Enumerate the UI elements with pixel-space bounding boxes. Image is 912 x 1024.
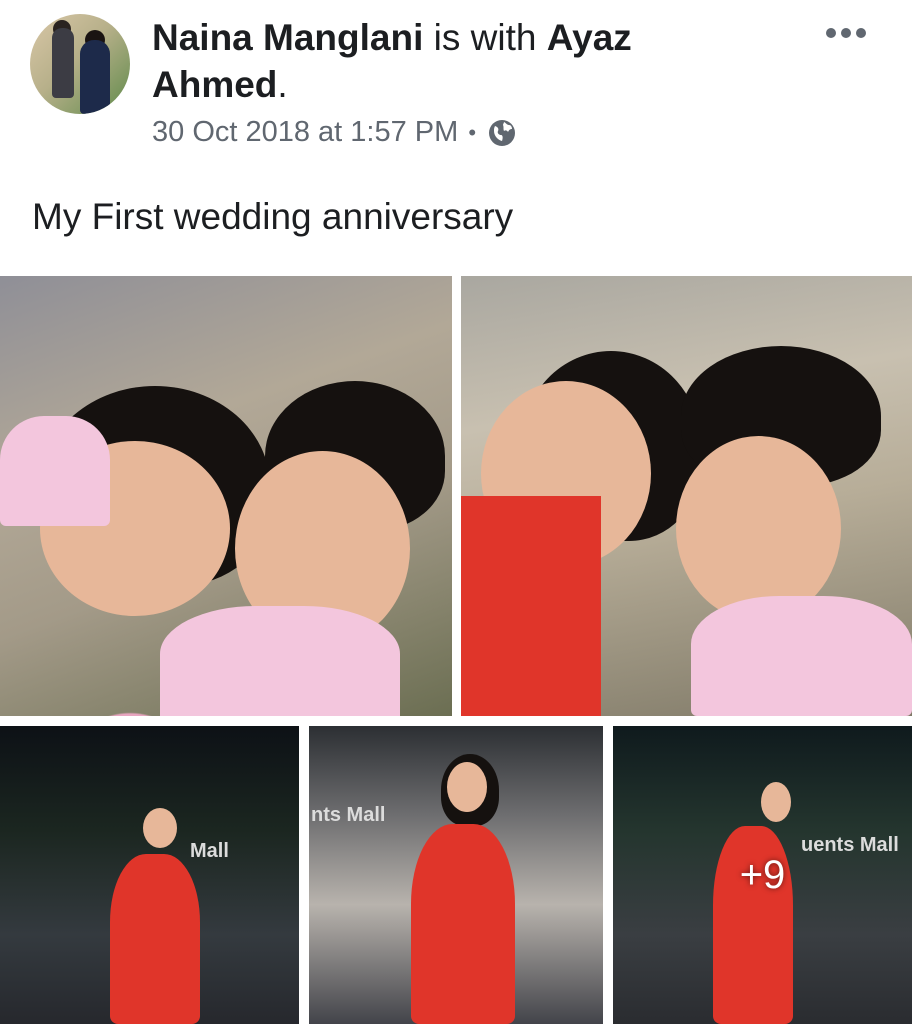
- woman-face: [447, 762, 487, 812]
- globe-icon[interactable]: [486, 117, 518, 149]
- photo-2[interactable]: [461, 276, 912, 716]
- more-options-icon[interactable]: [826, 28, 866, 38]
- with-text: is with: [433, 17, 537, 58]
- post-header: Naina Manglani is with Ayaz Ahmed. 30 Oc…: [0, 0, 912, 180]
- mall-sign: Mall: [190, 840, 229, 862]
- title-period: .: [277, 64, 288, 105]
- man-shirt: [691, 596, 912, 716]
- post-timestamp[interactable]: 30 Oct 2018 at 1:57 PM: [152, 116, 458, 149]
- man-face: [676, 436, 841, 621]
- photo-3[interactable]: Mall: [0, 726, 299, 1024]
- more-photos-overlay[interactable]: +9: [613, 726, 912, 1024]
- avatar-figure-1-body: [52, 28, 74, 98]
- author-name-link[interactable]: Naina Manglani: [152, 17, 423, 58]
- more-dot: [826, 28, 836, 38]
- post-title: Naina Manglani is with Ayaz Ahmed.: [152, 14, 772, 108]
- post-text: My First wedding anniversary: [32, 196, 514, 237]
- woman-saree: [411, 824, 515, 1024]
- woman-saree: [461, 496, 601, 716]
- mall-sign: nts Mall: [311, 804, 386, 826]
- more-dot: [856, 28, 866, 38]
- more-photos-count: +9: [739, 852, 786, 897]
- more-dot: [841, 28, 851, 38]
- post-meta: 30 Oct 2018 at 1:57 PM •: [152, 116, 518, 149]
- meta-separator: •: [468, 119, 477, 145]
- woman-shirt: [0, 416, 110, 526]
- photo-1[interactable]: [0, 276, 452, 716]
- photo-4[interactable]: nts Mall: [309, 726, 603, 1024]
- man-shirt: [160, 606, 400, 716]
- woman-face: [143, 808, 177, 848]
- woman-saree: [110, 854, 200, 1024]
- avatar-figure-2-body: [80, 40, 110, 114]
- author-avatar[interactable]: [30, 14, 130, 114]
